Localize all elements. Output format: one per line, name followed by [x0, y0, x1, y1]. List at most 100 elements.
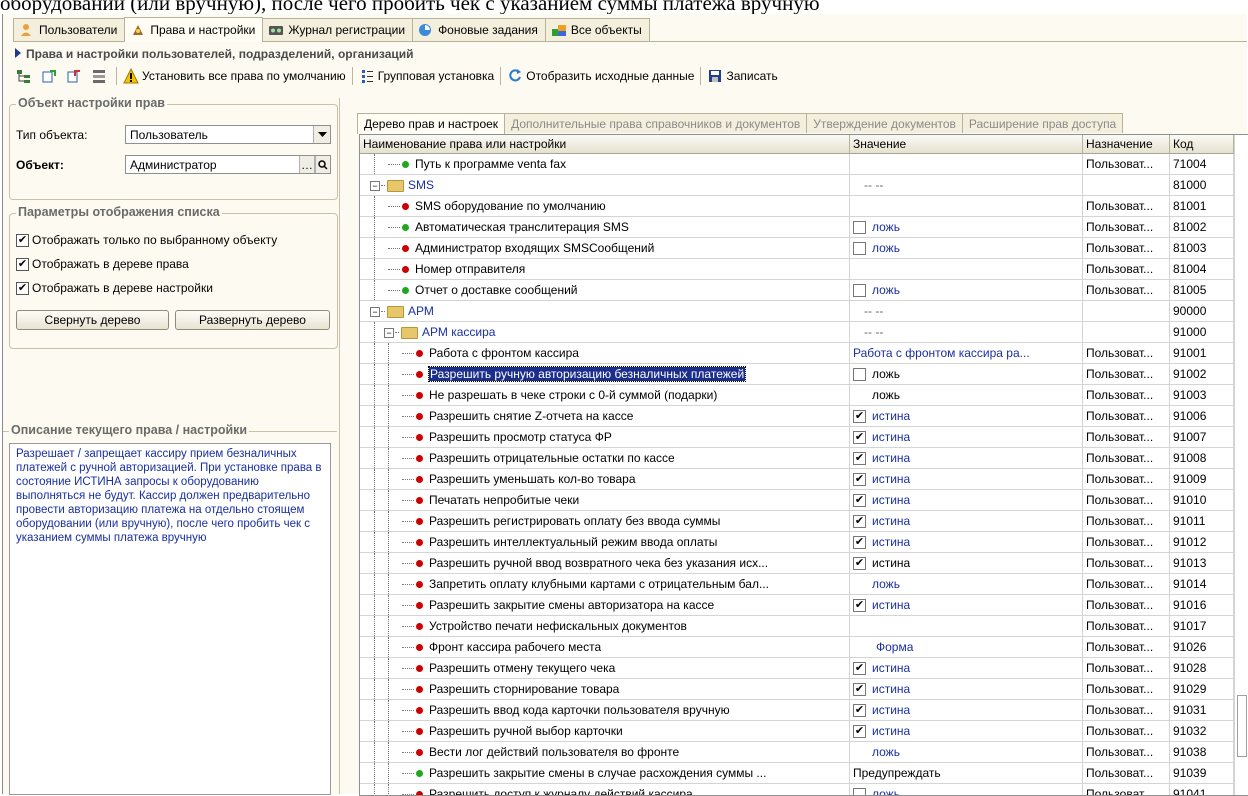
checked-checkbox-icon[interactable]: ✔ — [853, 662, 866, 675]
copy-rights-button[interactable] — [38, 65, 63, 87]
checked-checkbox-icon[interactable]: ✔ — [853, 683, 866, 696]
show-rights-checkbox[interactable]: ✔ Отображать в дереве права — [16, 257, 189, 271]
tree-item-row[interactable]: Разрешить регистрировать оплату без ввод… — [360, 511, 1248, 532]
value-cell[interactable]: ложь — [850, 574, 1083, 594]
value-cell[interactable]: ✔ истина — [850, 490, 1083, 510]
tree-item-row[interactable]: Запретить оплату клубными картами с отри… — [360, 574, 1248, 595]
tree-item-row[interactable]: Разрешить ввод кода карточки пользовател… — [360, 700, 1248, 721]
tree-item-row[interactable]: Разрешить сторнирование товара ✔ истина Пол… — [360, 679, 1248, 700]
checked-checkbox-icon[interactable]: ✔ — [853, 725, 866, 738]
group-set-button[interactable]: Групповая установка — [356, 65, 498, 87]
column-header-code[interactable]: Код — [1170, 135, 1234, 153]
collapse-toggle-icon[interactable]: − — [370, 180, 380, 191]
value-cell[interactable]: ✔ истина — [850, 427, 1083, 447]
value-cell[interactable]: ложь — [850, 784, 1083, 795]
value-cell[interactable]: Предупреждать — [850, 763, 1083, 783]
collapse-tree-button[interactable]: Свернуть дерево — [16, 310, 169, 330]
tree-item-row[interactable]: Разрешить уменьшать кол-во товара ✔ истина… — [360, 469, 1248, 490]
tree-item-row[interactable]: Устройство печати нефискальных документо… — [360, 616, 1248, 637]
show-source-data-button[interactable]: Отобразить исходные данные — [504, 65, 697, 87]
value-cell[interactable] — [850, 616, 1083, 636]
scrollbar-thumb[interactable] — [1237, 695, 1247, 757]
search-icon[interactable] — [315, 156, 330, 173]
tree-folder-row[interactable]: − АРМ кассира -- -- 91000 — [360, 322, 1248, 343]
value-cell[interactable]: ✔ истина — [850, 658, 1083, 678]
tree-item-row[interactable]: Отчет о доставке сообщений ложь Пользоват.… — [360, 280, 1248, 301]
value-cell[interactable]: Форма — [850, 637, 1083, 657]
value-cell[interactable]: Работа с фронтом кассира ра... — [850, 343, 1083, 363]
tree-item-row[interactable]: Печатать непробитые чеки ✔ истина Пользоват… — [360, 490, 1248, 511]
column-header-dest[interactable]: Назначение — [1083, 135, 1170, 153]
checked-checkbox-icon[interactable]: ✔ — [853, 536, 866, 549]
value-cell[interactable]: ✔ истина — [850, 511, 1083, 531]
tab-rights[interactable]: Права и настройки — [124, 17, 264, 42]
right-tab-0[interactable]: Дерево прав и настроек — [357, 113, 506, 134]
right-tab-2[interactable]: Утверждение документов — [806, 113, 963, 133]
vertical-scrollbar[interactable] — [1234, 135, 1248, 795]
value-cell[interactable]: -- -- — [850, 175, 1083, 195]
checked-checkbox-icon[interactable]: ✔ — [853, 410, 866, 423]
chevron-down-icon[interactable] — [313, 126, 330, 143]
tree-item-row[interactable]: Администратор входящих SMSСообщений ложь П… — [360, 238, 1248, 259]
checked-checkbox-icon[interactable]: ✔ — [853, 704, 866, 717]
value-cell[interactable] — [850, 259, 1083, 279]
unchecked-checkbox-icon[interactable] — [853, 368, 866, 381]
object-type-select[interactable]: Пользователь — [125, 125, 331, 144]
tree-item-row[interactable]: Автоматическая транслитерация SMS ложь Пол… — [360, 217, 1248, 238]
value-cell[interactable] — [850, 154, 1083, 174]
paste-rights-button[interactable] — [63, 65, 88, 87]
column-header-value[interactable]: Значение — [850, 135, 1083, 153]
object-input[interactable]: Администратор … — [125, 155, 331, 174]
value-cell[interactable] — [850, 196, 1083, 216]
expand-tree-button[interactable]: Развернуть дерево — [175, 310, 330, 330]
unchecked-checkbox-icon[interactable] — [853, 242, 866, 255]
value-cell[interactable]: ✔ истина — [850, 679, 1083, 699]
tree-item-row[interactable]: Разрешить просмотр статуса ФР ✔ истина Поль… — [360, 427, 1248, 448]
collapse-toggle-icon[interactable]: − — [384, 327, 394, 338]
right-tab-1[interactable]: Дополнительные права справочников и доку… — [504, 113, 808, 133]
select-ellipsis-button[interactable]: … — [299, 156, 315, 173]
collapse-arrow-icon[interactable] — [15, 48, 21, 58]
tree-item-row[interactable]: Фронт кассира рабочего места Форма Пользов… — [360, 637, 1248, 658]
checked-checkbox-icon[interactable]: ✔ — [853, 452, 866, 465]
value-cell[interactable]: ложь — [850, 280, 1083, 300]
unchecked-checkbox-icon[interactable] — [853, 221, 866, 234]
tab-all-objects[interactable]: Все объекты — [544, 18, 650, 41]
splitter[interactable] — [339, 98, 350, 794]
save-button[interactable]: Записать — [704, 65, 780, 87]
value-cell[interactable]: ✔ истина — [850, 721, 1083, 741]
checked-checkbox-icon[interactable]: ✔ — [853, 473, 866, 486]
unchecked-checkbox-icon[interactable] — [853, 284, 866, 297]
checked-checkbox-icon[interactable]: ✔ — [853, 515, 866, 528]
value-cell[interactable]: ложь — [850, 217, 1083, 237]
set-default-rights-button[interactable]: Установить все права по умолчанию — [120, 65, 349, 87]
tree-item-row[interactable]: Разрешить закрытие смены авторизатора на… — [360, 595, 1248, 616]
value-cell[interactable]: -- -- — [850, 301, 1083, 321]
tree-item-row[interactable]: Разрешить закрытие смены в случае расхож… — [360, 763, 1248, 784]
tree-item-row[interactable]: Разрешить снятие Z-отчета на кассе ✔ истин… — [360, 406, 1248, 427]
right-tab-3[interactable]: Расширение прав доступа — [961, 113, 1124, 133]
tree-item-row[interactable]: SMS оборудование по умолчанию Пользоват..… — [360, 196, 1248, 217]
value-cell[interactable]: ✔ истина — [850, 448, 1083, 468]
value-cell[interactable]: -- -- — [850, 322, 1083, 342]
only-selected-object-checkbox[interactable]: ✔ Отображать только по выбранному объекту — [16, 233, 277, 247]
tree-item-row[interactable]: Вести лог действий пользователя во фронт… — [360, 742, 1248, 763]
value-cell[interactable]: ✔ истина — [850, 700, 1083, 720]
tree-folder-row[interactable]: − SMS -- -- 81000 — [360, 175, 1248, 196]
value-cell[interactable]: ✔ истина — [850, 553, 1083, 573]
checked-checkbox-icon[interactable]: ✔ — [853, 494, 866, 507]
tree-item-row[interactable]: Разрешить ручной выбор карточки ✔ истина По… — [360, 721, 1248, 742]
tree-item-row[interactable]: Разрешить ручную авторизацию безналичных… — [360, 364, 1248, 385]
tab-log[interactable]: Журнал регистрации — [262, 18, 414, 41]
tab-user[interactable]: Пользователи — [13, 18, 126, 41]
tree-item-row[interactable]: Работа с фронтом кассира Работа с фронтом… — [360, 343, 1248, 364]
tree-folder-row[interactable]: − АРМ -- -- 90000 — [360, 301, 1248, 322]
tab-background-jobs[interactable]: Фоновые задания — [412, 18, 546, 41]
checked-checkbox-icon[interactable]: ✔ — [853, 431, 866, 444]
unchecked-checkbox-icon[interactable] — [853, 788, 866, 795]
value-cell[interactable]: ложь — [850, 364, 1083, 384]
show-settings-checkbox[interactable]: ✔ Отображать в дереве настройки — [16, 281, 213, 295]
value-cell[interactable]: ✔ истина — [850, 532, 1083, 552]
column-header-name[interactable]: Наименование права или настройки — [360, 135, 850, 153]
tree-item-row[interactable]: Номер отправителя Пользоват... 81004 — [360, 259, 1248, 280]
